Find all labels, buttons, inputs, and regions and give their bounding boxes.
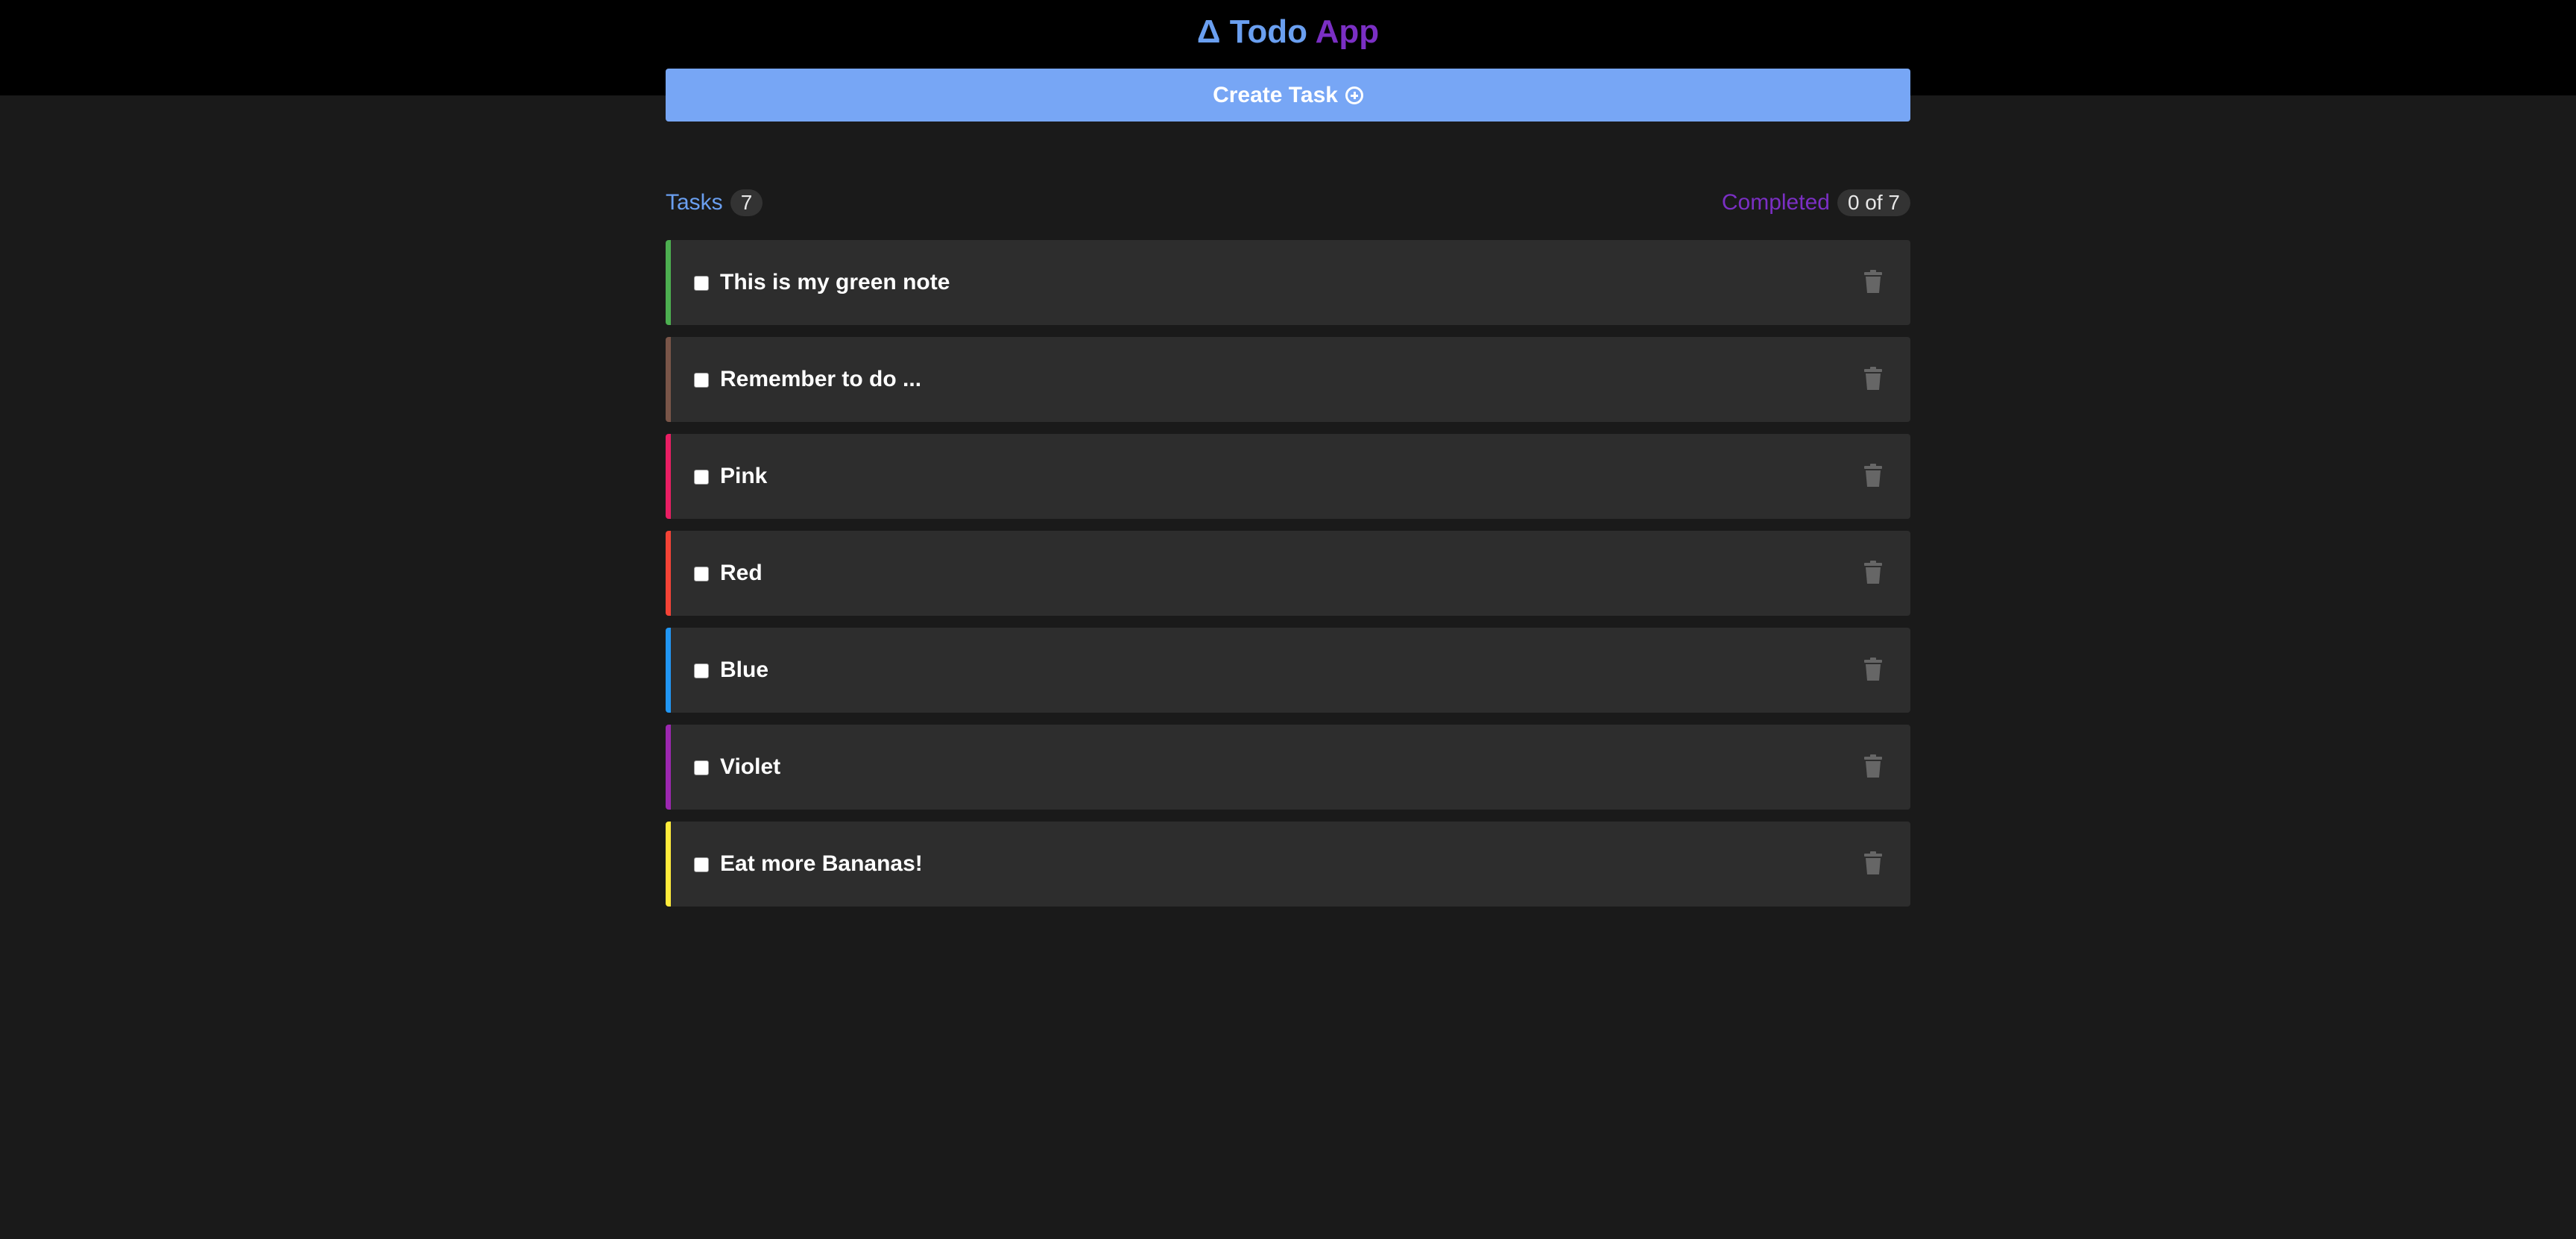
task-list: This is my green note Remember to do ...… xyxy=(666,240,1910,918)
app-title: Δ Todo App xyxy=(0,6,2576,58)
trash-icon[interactable] xyxy=(1863,754,1884,778)
task-checkbox[interactable] xyxy=(694,373,709,388)
completed-count-badge: 0 of 7 xyxy=(1837,189,1910,216)
app-title-prefix: Δ Todo xyxy=(1196,13,1307,50)
task-checkbox[interactable] xyxy=(694,470,709,485)
trash-icon[interactable] xyxy=(1863,270,1884,294)
trash-icon[interactable] xyxy=(1863,658,1884,681)
tasks-label: Tasks xyxy=(666,190,723,215)
trash-icon[interactable] xyxy=(1863,367,1884,391)
task-text: Eat more Bananas! xyxy=(720,851,923,876)
task-text: Red xyxy=(720,561,763,585)
task-checkbox[interactable] xyxy=(694,567,709,581)
trash-icon[interactable] xyxy=(1863,851,1884,875)
tasks-count-badge: 7 xyxy=(730,189,763,216)
task-item: Eat more Bananas! xyxy=(666,822,1910,907)
trash-icon[interactable] xyxy=(1863,464,1884,488)
completed-stat: Completed 0 of 7 xyxy=(1722,189,1910,216)
task-item: Blue xyxy=(666,628,1910,713)
app-title-suffix: App xyxy=(1315,13,1380,50)
task-checkbox[interactable] xyxy=(694,276,709,291)
task-item: Remember to do ... xyxy=(666,337,1910,422)
task-text: Blue xyxy=(720,658,769,682)
create-task-button[interactable]: Create Task xyxy=(666,69,1910,122)
tasks-stat: Tasks 7 xyxy=(666,189,763,216)
task-text: Pink xyxy=(720,464,768,488)
task-checkbox[interactable] xyxy=(694,857,709,872)
plus-circle-icon xyxy=(1345,86,1363,104)
trash-icon[interactable] xyxy=(1863,561,1884,584)
create-task-label: Create Task xyxy=(1213,82,1338,107)
task-item: Violet xyxy=(666,725,1910,810)
task-text: This is my green note xyxy=(720,270,950,294)
task-checkbox[interactable] xyxy=(694,663,709,678)
task-checkbox[interactable] xyxy=(694,760,709,775)
task-text: Violet xyxy=(720,754,781,779)
task-item: This is my green note xyxy=(666,240,1910,325)
task-item: Pink xyxy=(666,434,1910,519)
task-text: Remember to do ... xyxy=(720,367,922,391)
task-item: Red xyxy=(666,531,1910,616)
completed-label: Completed xyxy=(1721,190,1830,215)
task-stats: Tasks 7 Completed 0 of 7 xyxy=(666,188,1910,218)
